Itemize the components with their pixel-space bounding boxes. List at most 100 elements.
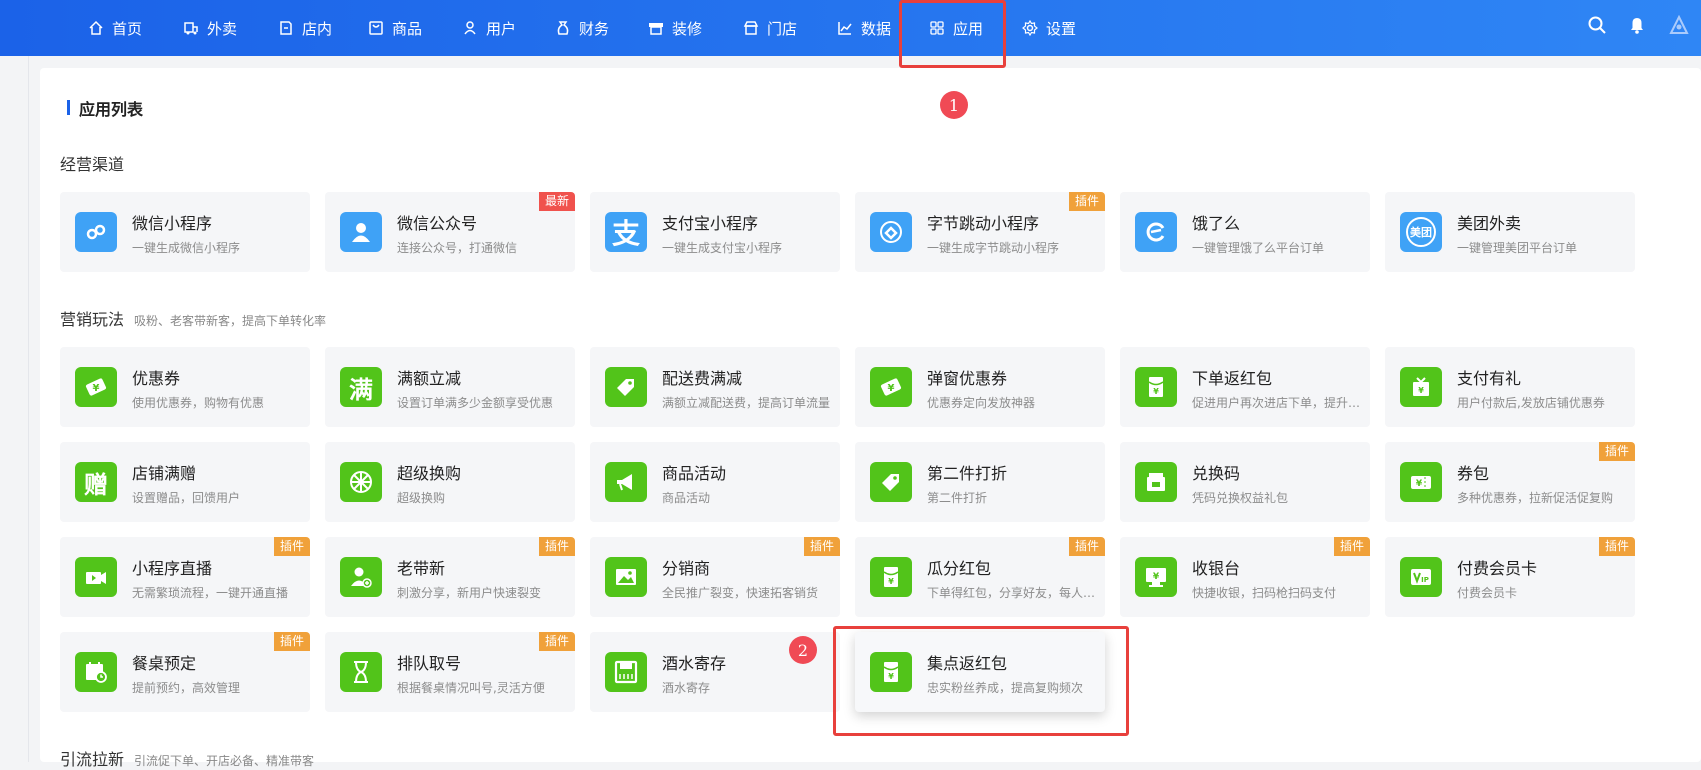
- app-card-alipay-mini[interactable]: 支 支付宝小程序 一键生成支付宝小程序: [590, 192, 840, 272]
- app-card-desc: 根据餐桌情况叫号,灵活方便: [397, 681, 545, 695]
- app-card-desc: 快捷收银，扫码枪扫码支付: [1192, 586, 1337, 600]
- highlight-box-points-packet: [833, 626, 1129, 736]
- home-icon: [88, 20, 104, 36]
- app-card-meituan[interactable]: 美团 美团外卖 一键管理美团平台订单: [1385, 192, 1635, 272]
- bytedance-icon: [870, 212, 912, 252]
- section-traffic-subtitle: 引流促下单、开店必备、精准带客: [134, 754, 315, 768]
- app-card-desc: 多种优惠券，拉新促活促复购: [1457, 491, 1614, 505]
- app-card-queue[interactable]: 排队取号 根据餐桌情况叫号,灵活方便 插件: [325, 632, 575, 712]
- bell-icon[interactable]: [1626, 14, 1648, 36]
- app-card-desc: 一键管理饿了么平台订单: [1192, 241, 1325, 255]
- app-card-popup-coupon[interactable]: ¥ 弹窗优惠券 优惠券定向发放神器: [855, 347, 1105, 427]
- app-card-wechat-oa[interactable]: 微信公众号 连接公众号，打通微信 最新: [325, 192, 575, 272]
- app-card-title: 排队取号: [397, 654, 462, 673]
- search-icon[interactable]: [1586, 14, 1608, 36]
- shop-icon: [743, 20, 759, 36]
- picture-icon: [605, 557, 647, 597]
- section-marketing-title: 营销玩法 吸粉、老客带新客，提高下单转化率: [60, 306, 326, 330]
- nav-store-in[interactable]: 店内: [278, 0, 332, 56]
- coupon-icon: ¥: [75, 367, 117, 407]
- new-badge: 最新: [538, 192, 575, 211]
- app-card-coupon[interactable]: ¥ 优惠券 使用优惠券，购物有优惠: [60, 347, 310, 427]
- app-card-title: 字节跳动小程序: [927, 214, 1040, 233]
- nav-home[interactable]: 首页: [88, 0, 142, 56]
- svg-text:¥: ¥: [1418, 386, 1424, 395]
- app-card-invite[interactable]: 老带新 刺激分享，新用户快速裂变 插件: [325, 537, 575, 617]
- nav-shop[interactable]: 门店: [743, 0, 797, 56]
- app-card-cashier[interactable]: ¥ 收银台 快捷收银，扫码枪扫码支付 插件: [1120, 537, 1370, 617]
- app-card-title: 券包: [1457, 464, 1490, 483]
- app-card-coupon-pack[interactable]: ¥ 券包 多种优惠券，拉新促活促复购 插件: [1385, 442, 1635, 522]
- nav-user[interactable]: 用户: [462, 0, 516, 56]
- app-card-full-reduce[interactable]: 满 满额立减 设置订单满多少金额享受优惠: [325, 347, 575, 427]
- delivery-tag-icon: [605, 367, 647, 407]
- pay-gift-icon: ¥: [1400, 367, 1442, 407]
- nav-store-in-label: 店内: [302, 19, 333, 38]
- step-marker-2: 2: [789, 636, 817, 664]
- nav-goods[interactable]: 商品: [368, 0, 422, 56]
- app-card-split-packet[interactable]: ¥ 瓜分红包 下单得红包，分享好友，每人可得 插件: [855, 537, 1105, 617]
- nav-data[interactable]: 数据: [837, 0, 891, 56]
- app-card-order-packet[interactable]: ¥ 下单返红包 促进用户再次进店下单，提升复购: [1120, 347, 1370, 427]
- app-card-title: 第二件打折: [927, 464, 1008, 483]
- avatar-icon[interactable]: [1668, 14, 1690, 36]
- plugin-badge: 插件: [1068, 192, 1105, 211]
- full-reduce-icon: 满: [340, 367, 382, 407]
- app-card-distributor[interactable]: 分销商 全民推广裂变，快速拓客销货 插件: [590, 537, 840, 617]
- app-card-second-discount[interactable]: 第二件打折 第二件打折: [855, 442, 1105, 522]
- app-card-desc: 酒水寄存: [662, 681, 711, 695]
- store-in-icon: [278, 20, 294, 36]
- plugin-badge: 插件: [1333, 537, 1370, 556]
- app-card-redeem-code[interactable]: 兑换码 凭码兑换权益礼包: [1120, 442, 1370, 522]
- nav-decorate-label: 装修: [672, 19, 703, 38]
- app-card-eleme[interactable]: 饿了么 一键管理饿了么平台订单: [1120, 192, 1370, 272]
- app-card-desc: 付费会员卡: [1457, 586, 1518, 600]
- app-card-vip-card[interactable]: IP 付费会员卡 付费会员卡 插件: [1385, 537, 1635, 617]
- nav-finance[interactable]: 财务: [555, 0, 609, 56]
- app-card-delivery-reduce[interactable]: 配送费满减 满额立减配送费，提高订单流量: [590, 347, 840, 427]
- app-card-store-gift[interactable]: 赠 店铺满赠 设置赠品，回馈用户: [60, 442, 310, 522]
- app-card-super-exchange[interactable]: 超级换购 超级换购: [325, 442, 575, 522]
- svg-text:¥: ¥: [1416, 479, 1423, 489]
- app-card-wechat-mini[interactable]: 微信小程序 一键生成微信小程序: [60, 192, 310, 272]
- plugin-badge: 插件: [1068, 537, 1105, 556]
- nav-data-label: 数据: [861, 19, 892, 38]
- highlight-box-apps-nav: [899, 0, 1006, 68]
- discount-tag-icon: [870, 462, 912, 502]
- app-card-goods-activity[interactable]: 商品活动 商品活动: [590, 442, 840, 522]
- section-marketing-label: 营销玩法: [60, 310, 125, 329]
- app-card-desc: 优惠券定向发放神器: [927, 396, 1036, 410]
- svg-text:¥: ¥: [93, 383, 100, 394]
- page-title: 应用列表: [79, 100, 144, 119]
- nav-takeout[interactable]: 外卖: [183, 0, 237, 56]
- app-card-live[interactable]: 小程序直播 无需繁琐流程，一键开通直播 插件: [60, 537, 310, 617]
- app-card-title: 满额立减: [397, 369, 462, 388]
- nav-finance-label: 财务: [579, 19, 610, 38]
- app-card-title: 配送费满减: [662, 369, 743, 388]
- app-card-pay-gift[interactable]: ¥ 支付有礼 用户付款后,发放店铺优惠券: [1385, 347, 1635, 427]
- nav-settings[interactable]: 设置: [1022, 0, 1076, 56]
- app-card-title: 微信公众号: [397, 214, 478, 233]
- app-card-title: 老带新: [397, 559, 446, 578]
- section-marketing-subtitle: 吸粉、老客带新客，提高下单转化率: [134, 314, 327, 328]
- svg-text:IP: IP: [1421, 576, 1429, 584]
- app-card-title: 微信小程序: [132, 214, 213, 233]
- app-card-title: 下单返红包: [1192, 369, 1273, 388]
- app-card-title: 瓜分红包: [927, 559, 992, 578]
- official-account-icon: [340, 212, 382, 252]
- storage-icon: [605, 652, 647, 692]
- nav-decorate[interactable]: 装修: [648, 0, 702, 56]
- svg-text:¥: ¥: [1153, 387, 1159, 396]
- cashier-icon: ¥: [1135, 557, 1177, 597]
- section-channels-title: 经营渠道: [60, 151, 124, 175]
- app-card-desc: 下单得红包，分享好友，每人可得: [927, 586, 1097, 600]
- plugin-badge: 插件: [538, 632, 575, 651]
- app-card-table-booking[interactable]: 餐桌预定 提前预约，高效管理 插件: [60, 632, 310, 712]
- app-card-desc: 一键生成字节跳动小程序: [927, 241, 1060, 255]
- app-card-bytedance-mini[interactable]: 字节跳动小程序 一键生成字节跳动小程序 插件: [855, 192, 1105, 272]
- gear-icon: [1022, 20, 1038, 36]
- svg-text:¥: ¥: [888, 577, 894, 586]
- app-card-desc: 设置赠品，回馈用户: [132, 491, 241, 505]
- finance-icon: [555, 20, 571, 36]
- app-card-desc: 提前预约，高效管理: [132, 681, 241, 695]
